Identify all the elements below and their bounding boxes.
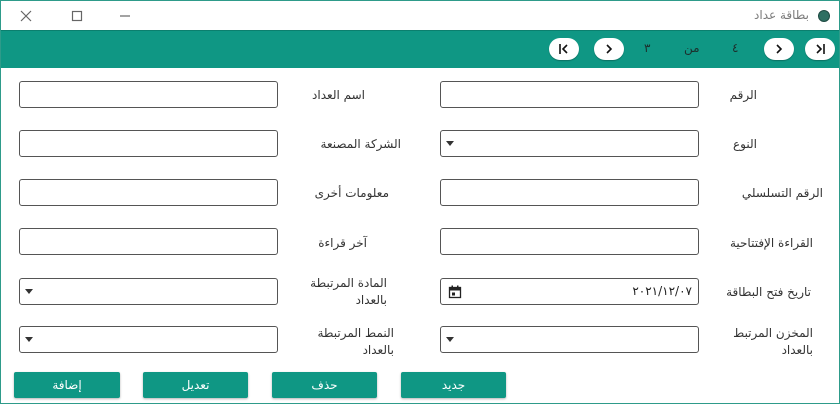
meter-name-label: اسم العداد xyxy=(312,88,365,102)
dropdown-arrow-icon xyxy=(25,337,33,342)
previous-record-button[interactable] xyxy=(764,38,794,60)
edit-button[interactable]: تعديل xyxy=(143,372,248,398)
maximize-icon xyxy=(71,10,83,22)
linked-store-label-line2: بالعداد xyxy=(781,343,813,357)
minimize-icon xyxy=(120,15,130,17)
card-open-date-label: تاريخ فتح البطاقة xyxy=(726,285,811,299)
other-info-label: معلومات أخرى xyxy=(314,186,389,200)
linked-pattern-label: النمط المرتبطة بالعداد xyxy=(274,325,394,359)
dropdown-arrow-icon xyxy=(446,337,454,342)
linked-material-label-line1: المادة المرتبطة xyxy=(310,276,387,290)
chevron-right-icon xyxy=(606,44,613,54)
linked-store-label-line1: المخزن المرتبط xyxy=(733,326,813,340)
meter-card-window: بطاقة عداد ٣ من ٤ الرقم اسم العداد النوع… xyxy=(0,0,840,404)
window-title: بطاقة عداد xyxy=(754,8,809,22)
number-label: الرقم xyxy=(729,88,757,102)
close-icon xyxy=(20,10,32,22)
add-button[interactable]: إضافة xyxy=(14,372,120,398)
chevron-left-icon xyxy=(776,44,783,54)
next-record-button[interactable] xyxy=(594,38,624,60)
linked-material-label: المادة المرتبطة بالعداد xyxy=(267,275,387,309)
current-page-number: ٣ xyxy=(644,41,651,55)
linked-pattern-label-line1: النمط المرتبطة xyxy=(317,326,394,340)
last-reading-input[interactable] xyxy=(19,228,278,255)
number-input[interactable] xyxy=(440,81,699,108)
calendar-icon[interactable] xyxy=(448,285,462,299)
type-select[interactable] xyxy=(440,130,699,157)
of-label: من xyxy=(684,41,700,55)
app-logo-icon xyxy=(818,10,830,22)
title-bar: بطاقة عداد xyxy=(1,1,839,31)
type-label: النوع xyxy=(733,137,757,151)
card-open-date-value: ٢٠٢١/١٢/٠٧ xyxy=(632,284,692,298)
maximize-button[interactable] xyxy=(67,6,87,26)
initial-reading-input[interactable] xyxy=(440,228,699,255)
linked-material-label-line2: بالعداد xyxy=(355,293,387,307)
other-info-input[interactable] xyxy=(19,179,278,206)
record-navigation-bar: ٣ من ٤ xyxy=(1,30,839,68)
meter-name-input[interactable] xyxy=(19,81,278,108)
linked-material-select[interactable] xyxy=(19,278,278,305)
initial-reading-label: القراءة الإفتتاحية xyxy=(729,236,813,250)
card-open-date-picker[interactable]: ٢٠٢١/١٢/٠٧ xyxy=(440,278,699,305)
dropdown-arrow-icon xyxy=(446,141,454,146)
linked-pattern-select[interactable] xyxy=(19,326,278,353)
linked-pattern-label-line2: بالعداد xyxy=(362,343,394,357)
delete-button[interactable]: حذف xyxy=(272,372,377,398)
linked-store-label: المخزن المرتبط بالعداد xyxy=(693,325,813,359)
serial-number-label: الرقم التسلسلي xyxy=(741,186,823,200)
close-button[interactable] xyxy=(16,6,36,26)
skip-to-start-icon xyxy=(559,44,568,54)
last-record-button[interactable] xyxy=(549,38,579,60)
manufacturer-input[interactable] xyxy=(19,130,278,157)
dropdown-arrow-icon xyxy=(25,289,33,294)
last-reading-label: آخر قراءة xyxy=(318,236,367,250)
linked-store-select[interactable] xyxy=(440,326,699,353)
skip-to-end-icon xyxy=(816,44,825,54)
total-pages-number: ٤ xyxy=(732,41,739,55)
new-button[interactable]: جديد xyxy=(401,372,506,398)
serial-number-input[interactable] xyxy=(440,179,699,206)
manufacturer-label: الشركة المصنعة xyxy=(320,137,401,151)
first-record-button[interactable] xyxy=(805,38,835,60)
minimize-button[interactable] xyxy=(115,6,135,26)
